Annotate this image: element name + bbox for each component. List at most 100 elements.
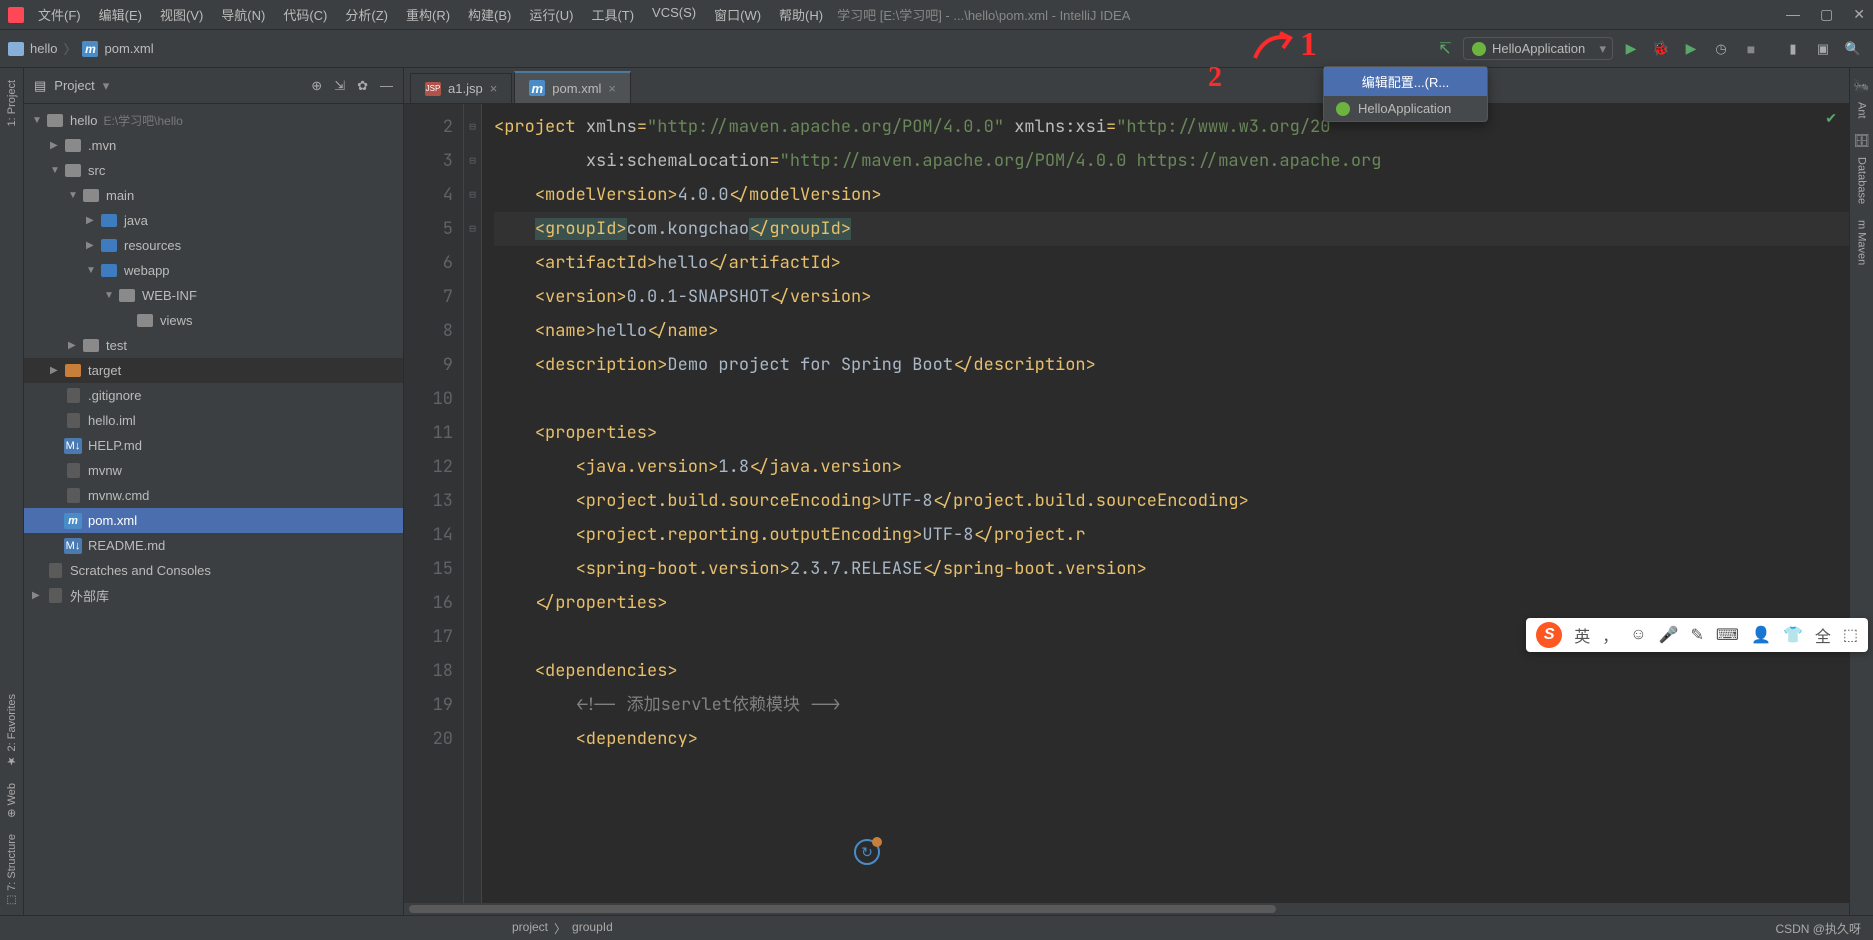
tree-row[interactable]: ▶resources bbox=[24, 233, 403, 258]
code-line[interactable]: xsi:schemaLocation="http://maven.apache.… bbox=[494, 144, 1849, 178]
tree-row[interactable]: Scratches and Consoles bbox=[24, 558, 403, 583]
close-icon[interactable]: × bbox=[608, 81, 616, 96]
code-line[interactable]: <spring-boot.version>2.3.7.RELEASE</spri… bbox=[494, 552, 1849, 586]
maximize-button[interactable]: ▢ bbox=[1820, 6, 1833, 23]
code-line[interactable]: <version>0.0.1-SNAPSHOT</version> bbox=[494, 280, 1849, 314]
tree-row[interactable]: ▶外部库 bbox=[24, 583, 403, 608]
run-button[interactable]: ▶ bbox=[1619, 37, 1643, 61]
menu-item[interactable]: 重构(R) bbox=[400, 3, 456, 26]
search-button[interactable]: 🔍 bbox=[1841, 37, 1865, 61]
edit-configurations-item[interactable]: 编辑配置...(R... bbox=[1324, 67, 1487, 96]
tree-arrow[interactable]: ▼ bbox=[104, 290, 118, 301]
collapse-button[interactable]: — bbox=[380, 78, 393, 94]
menu-item[interactable]: 帮助(H) bbox=[773, 3, 829, 26]
tree-arrow[interactable]: ▼ bbox=[68, 190, 82, 201]
ime-voice[interactable]: 🎤 bbox=[1659, 625, 1679, 645]
database-tool-button[interactable]: Database bbox=[1854, 149, 1870, 212]
ant-tool-button[interactable]: Ant bbox=[1854, 94, 1870, 127]
close-button[interactable]: ✕ bbox=[1853, 6, 1865, 23]
tree-row[interactable]: ▶java bbox=[24, 208, 403, 233]
tree-row[interactable]: ▼WEB-INF bbox=[24, 283, 403, 308]
tree-row[interactable]: ▼webapp bbox=[24, 258, 403, 283]
menu-item[interactable]: 导航(N) bbox=[215, 3, 271, 26]
fold-gutter[interactable]: ⊟⊟⊟⊟ bbox=[464, 104, 482, 915]
project-tree[interactable]: ▼helloE:\学习吧\hello▶.mvn▼src▼main▶java▶re… bbox=[24, 104, 403, 915]
stop-button[interactable]: ■ bbox=[1739, 37, 1763, 61]
tree-row[interactable]: hello.iml bbox=[24, 408, 403, 433]
ime-keyboard[interactable]: ⌨ bbox=[1716, 625, 1739, 645]
menu-item[interactable]: VCS(S) bbox=[646, 3, 702, 26]
breadcrumb-file[interactable]: pom.xml bbox=[104, 41, 153, 56]
code-line[interactable]: <project xmlns="http://maven.apache.org/… bbox=[494, 110, 1849, 144]
locate-button[interactable]: ⊕ bbox=[311, 78, 322, 94]
code-line[interactable]: <project.build.sourceEncoding>UTF-8</pro… bbox=[494, 484, 1849, 518]
maven-tool-button[interactable]: m Maven bbox=[1854, 212, 1870, 273]
editor-tab[interactable]: JSPa1.jsp× bbox=[410, 73, 512, 103]
build-button[interactable]: ↸ bbox=[1433, 37, 1457, 61]
run-config-item[interactable]: HelloApplication bbox=[1324, 96, 1487, 121]
menu-item[interactable]: 窗口(W) bbox=[708, 3, 767, 26]
project-structure-button[interactable]: ▣ bbox=[1811, 37, 1835, 61]
tree-row[interactable]: ▶test bbox=[24, 333, 403, 358]
tree-row[interactable]: ▼helloE:\学习吧\hello bbox=[24, 108, 403, 133]
tree-row[interactable]: ▼src bbox=[24, 158, 403, 183]
tree-row[interactable]: ▼main bbox=[24, 183, 403, 208]
ime-menu[interactable]: ⬚ bbox=[1843, 625, 1858, 645]
tree-row[interactable]: M↓HELP.md bbox=[24, 433, 403, 458]
tree-row[interactable]: ▶.mvn bbox=[24, 133, 403, 158]
menu-item[interactable]: 运行(U) bbox=[523, 3, 579, 26]
code-line[interactable]: <project.reporting.outputEncoding>UTF-8<… bbox=[494, 518, 1849, 552]
menu-item[interactable]: 编辑(E) bbox=[93, 3, 148, 26]
menu-item[interactable]: 构建(B) bbox=[462, 3, 517, 26]
ime-full[interactable]: 全 bbox=[1815, 623, 1831, 647]
ime-punct[interactable]: ， bbox=[1602, 623, 1618, 647]
h-scrollbar-thumb[interactable] bbox=[409, 905, 1276, 913]
code-line[interactable]: <properties> bbox=[494, 416, 1849, 450]
ime-skin[interactable]: 👕 bbox=[1783, 625, 1803, 645]
h-scrollbar[interactable] bbox=[404, 903, 1849, 915]
menu-item[interactable]: 代码(C) bbox=[277, 3, 333, 26]
code-line[interactable]: <description>Demo project for Spring Boo… bbox=[494, 348, 1849, 382]
debug-button[interactable]: 🐞 bbox=[1649, 37, 1673, 61]
structure-tool-button[interactable]: ⬚ 7: Structure bbox=[3, 826, 20, 915]
tree-arrow[interactable]: ▶ bbox=[86, 240, 100, 251]
tree-row[interactable]: .gitignore bbox=[24, 383, 403, 408]
minimize-button[interactable]: — bbox=[1786, 6, 1800, 23]
inspection-ok-icon[interactable]: ✔ bbox=[1825, 110, 1837, 127]
code-line[interactable]: <name>hello</name> bbox=[494, 314, 1849, 348]
ime-toolbar[interactable]: S 英 ， ☺ 🎤 ✎ ⌨ 👤 👕 全 ⬚ bbox=[1526, 618, 1868, 652]
tree-arrow[interactable]: ▶ bbox=[50, 140, 64, 151]
sogou-icon[interactable]: S bbox=[1536, 622, 1562, 648]
close-icon[interactable]: × bbox=[490, 81, 498, 96]
tree-row[interactable]: M↓README.md bbox=[24, 533, 403, 558]
profile-button[interactable]: ◷ bbox=[1709, 37, 1733, 61]
breadcrumb[interactable]: hello 〉 m pom.xml bbox=[8, 39, 154, 58]
ime-lang[interactable]: 英 bbox=[1574, 623, 1590, 647]
project-tool-button[interactable]: 1: Project bbox=[4, 72, 20, 134]
code-line[interactable]: <dependencies> bbox=[494, 654, 1849, 688]
favorites-tool-button[interactable]: ★ 2: Favorites bbox=[3, 686, 20, 776]
editor-breadcrumbs[interactable]: project 〉 groupId bbox=[512, 920, 613, 937]
code-line[interactable]: </properties> bbox=[494, 586, 1849, 620]
tree-row[interactable]: mvnw bbox=[24, 458, 403, 483]
run-config-selector[interactable]: HelloApplication bbox=[1463, 37, 1613, 60]
code-line[interactable]: <groupId>com.kongchao</groupId> bbox=[494, 212, 1849, 246]
tree-row[interactable]: mpom.xml bbox=[24, 508, 403, 533]
menu-item[interactable]: 文件(F) bbox=[32, 3, 87, 26]
code-line[interactable]: <!-- 添加servlet依赖模块 --> bbox=[494, 688, 1849, 722]
ime-write[interactable]: ✎ bbox=[1691, 625, 1704, 645]
tree-row[interactable]: views bbox=[24, 308, 403, 333]
dropdown-icon[interactable]: ▾ bbox=[103, 78, 110, 94]
code-line[interactable]: <java.version>1.8</java.version> bbox=[494, 450, 1849, 484]
tree-row[interactable]: ▶target bbox=[24, 358, 403, 383]
code-body[interactable]: <project xmlns="http://maven.apache.org/… bbox=[482, 104, 1849, 915]
web-tool-button[interactable]: ⊕ Web bbox=[3, 775, 20, 826]
tree-arrow[interactable]: ▶ bbox=[68, 340, 82, 351]
tree-arrow[interactable]: ▶ bbox=[50, 365, 64, 376]
coverage-button[interactable]: ▶ bbox=[1679, 37, 1703, 61]
tree-arrow[interactable]: ▼ bbox=[86, 265, 100, 276]
editor-tab[interactable]: mpom.xml× bbox=[514, 71, 631, 103]
breadcrumb-project[interactable]: hello bbox=[30, 41, 57, 56]
ime-emoji[interactable]: ☺ bbox=[1630, 626, 1646, 644]
code-line[interactable]: <dependency> bbox=[494, 722, 1849, 756]
